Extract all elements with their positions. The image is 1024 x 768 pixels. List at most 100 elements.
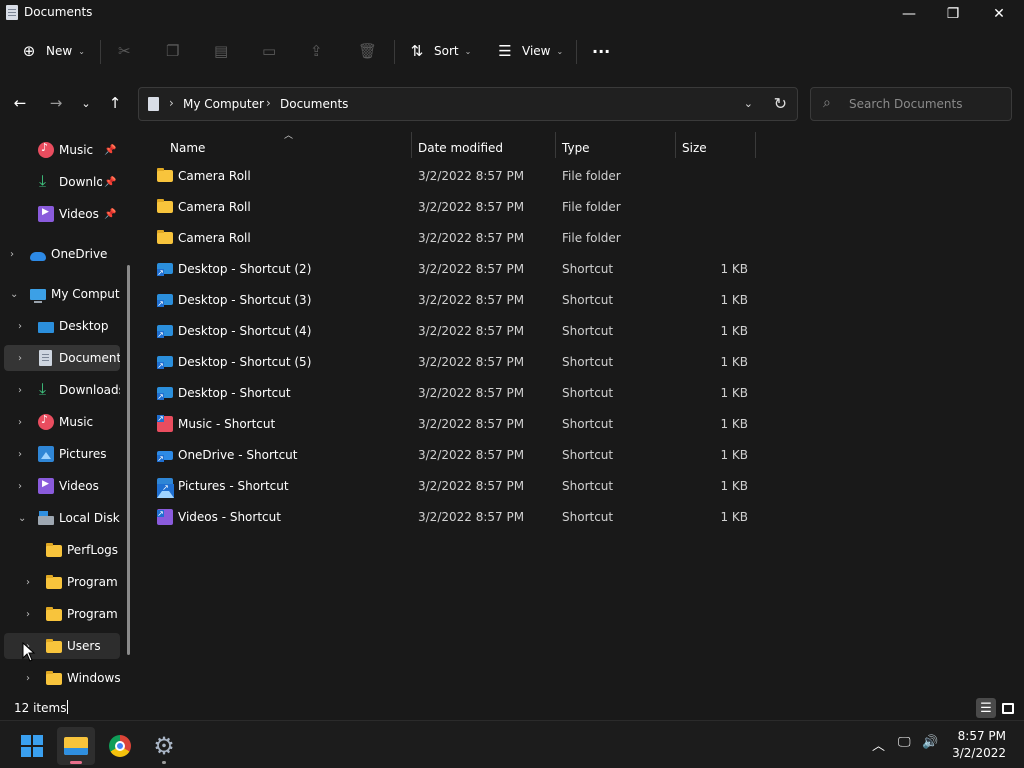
chevron-right-icon[interactable]: ›: [18, 481, 22, 492]
close-button[interactable]: ✕: [976, 0, 1022, 28]
file-row[interactable]: Videos - Shortcut 3/2/2022 8:57 PM Shortcu…: [138, 502, 758, 533]
file-row[interactable]: Desktop - Shortcut (2) 3/2/2022 8:57 PM Sh…: [138, 254, 758, 285]
column-header-name[interactable]: Name: [170, 134, 205, 162]
file-list: ︿ Name Date modified Type Size Camera Ro…: [138, 128, 1024, 692]
file-row[interactable]: OneDrive - Shortcut 3/2/2022 8:57 PM Short…: [138, 440, 758, 471]
chevron-right-icon[interactable]: ›: [18, 321, 22, 332]
file-row[interactable]: Desktop - Shortcut 3/2/2022 8:57 PM Shortc…: [138, 378, 758, 409]
chevron-down-icon[interactable]: ⌄: [10, 289, 18, 300]
file-row[interactable]: Desktop - Shortcut (3) 3/2/2022 8:57 PM Sh…: [138, 285, 758, 316]
up-button[interactable]: ↑: [105, 92, 125, 114]
status-bar: 12 items ☰: [0, 696, 1024, 720]
chevron-down-icon[interactable]: ⌄: [18, 513, 26, 524]
recent-locations-button[interactable]: ⌄: [76, 92, 96, 114]
minimize-button[interactable]: —: [886, 0, 932, 28]
nav-item-pictures[interactable]: › Pictures: [4, 441, 120, 467]
file-explorer-taskbar-button[interactable]: [57, 727, 95, 765]
see-more-button[interactable]: ···: [592, 36, 610, 66]
file-type: Shortcut: [562, 293, 614, 307]
status-divider: [67, 700, 68, 714]
breadcrumb-my-computer[interactable]: My Computer: [183, 97, 264, 111]
chevron-right-icon[interactable]: ›: [10, 249, 14, 260]
file-type: Shortcut: [562, 355, 614, 369]
chevron-right-icon[interactable]: ›: [26, 609, 30, 620]
nav-item-downloads-pc[interactable]: › Downloads: [4, 377, 120, 403]
view-button[interactable]: ☰ View ⌄: [496, 36, 563, 66]
file-row[interactable]: Camera Roll 3/2/2022 8:57 PM File folder: [138, 223, 758, 254]
cut-button[interactable]: ✂: [118, 36, 131, 66]
column-divider[interactable]: [411, 132, 412, 158]
maximize-button[interactable]: ❐: [930, 0, 976, 28]
forward-button[interactable]: →: [46, 92, 66, 114]
clock[interactable]: 8:57 PM 3/2/2022: [952, 728, 1006, 762]
back-button[interactable]: ←: [10, 92, 30, 114]
column-header-date[interactable]: Date modified: [418, 134, 503, 162]
nav-item-perflogs[interactable]: PerfLogs: [4, 537, 120, 563]
copy-button[interactable]: ❐: [166, 36, 179, 66]
chrome-taskbar-button[interactable]: [101, 727, 139, 765]
navigation-scrollbar[interactable]: [127, 265, 130, 655]
nav-item-my-computer[interactable]: ⌄ My Computer: [4, 281, 120, 307]
search-box[interactable]: ⌕: [810, 87, 1012, 121]
sort-label: Sort: [434, 44, 459, 58]
show-hidden-icons-chevron-up-icon[interactable]: ︿: [872, 735, 885, 754]
network-icon[interactable]: 🖵: [898, 735, 911, 750]
rename-button[interactable]: ▭: [262, 36, 276, 66]
file-row[interactable]: Desktop - Shortcut (4) 3/2/2022 8:57 PM Sh…: [138, 316, 758, 347]
address-bar[interactable]: › My Computer › Documents ⌄ ↻: [138, 87, 798, 121]
search-input[interactable]: [849, 94, 1007, 114]
breadcrumb-documents[interactable]: Documents: [280, 97, 348, 111]
chevron-right-icon[interactable]: ›: [26, 673, 30, 684]
nav-item-windows[interactable]: › Windows: [4, 665, 120, 691]
chevron-right-icon[interactable]: ›: [18, 449, 22, 460]
refresh-icon[interactable]: ↻: [774, 94, 787, 113]
nav-item-label: Program Files (x86): [67, 607, 120, 621]
trash-icon: 🗑: [358, 42, 378, 60]
nav-item-documents[interactable]: › Documents: [4, 345, 120, 371]
column-divider[interactable]: [675, 132, 676, 158]
file-name: Pictures - Shortcut: [178, 479, 289, 493]
nav-item-music[interactable]: Music 📌: [4, 137, 120, 163]
toolbar-divider: [576, 40, 577, 64]
arrow-right-icon: →: [49, 94, 63, 112]
file-row[interactable]: Music - Shortcut 3/2/2022 8:57 PM Shortcut…: [138, 409, 758, 440]
file-row[interactable]: Desktop - Shortcut (5) 3/2/2022 8:57 PM Sh…: [138, 347, 758, 378]
column-divider[interactable]: [555, 132, 556, 158]
delete-button[interactable]: 🗑: [358, 36, 377, 66]
nav-item-program-files-x86[interactable]: › Program Files (x86): [4, 601, 120, 627]
paste-button[interactable]: ▤: [214, 36, 228, 66]
file-row[interactable]: Pictures - Shortcut 3/2/2022 8:57 PM Short…: [138, 471, 758, 502]
start-button[interactable]: [13, 727, 51, 765]
chevron-right-icon[interactable]: ›: [18, 417, 22, 428]
nav-item-local-disk[interactable]: ⌄ Local Disk (C:): [4, 505, 120, 531]
nav-item-label: Program Files: [67, 575, 120, 589]
volume-icon[interactable]: 🔊: [922, 735, 938, 750]
address-history-dropdown[interactable]: ⌄: [744, 97, 753, 110]
download-icon: [38, 171, 54, 191]
chevron-right-icon[interactable]: ›: [18, 353, 22, 364]
nav-item-desktop[interactable]: › Desktop: [4, 313, 120, 339]
nav-item-downloads[interactable]: Downloads 📌: [4, 169, 120, 195]
share-button[interactable]: ⇪: [310, 36, 323, 66]
file-row[interactable]: Camera Roll 3/2/2022 8:57 PM File folder: [138, 161, 758, 192]
chevron-right-icon[interactable]: ›: [18, 385, 22, 396]
settings-taskbar-button[interactable]: ⚙: [145, 727, 183, 765]
videos-icon: [38, 206, 54, 222]
onedrive-icon: [30, 251, 46, 261]
nav-item-program-files[interactable]: › Program Files: [4, 569, 120, 595]
nav-item-onedrive[interactable]: › OneDrive: [4, 241, 120, 267]
column-header-size[interactable]: Size: [682, 134, 707, 162]
chevron-right-icon[interactable]: ›: [26, 577, 30, 588]
gear-icon: ⚙: [153, 732, 175, 760]
new-button[interactable]: ⊕ New ⌄: [20, 36, 85, 66]
column-header-type[interactable]: Type: [562, 134, 590, 162]
file-date-modified: 3/2/2022 8:57 PM: [418, 324, 525, 338]
nav-item-music-pc[interactable]: › Music: [4, 409, 120, 435]
details-view-button[interactable]: ☰: [976, 698, 996, 718]
large-icons-view-button[interactable]: [998, 698, 1018, 718]
column-divider[interactable]: [755, 132, 756, 158]
nav-item-videos[interactable]: Videos 📌: [4, 201, 120, 227]
file-row[interactable]: Camera Roll 3/2/2022 8:57 PM File folder: [138, 192, 758, 223]
nav-item-videos-pc[interactable]: › Videos: [4, 473, 120, 499]
sort-button[interactable]: ⇅ Sort ⌄: [408, 36, 472, 66]
